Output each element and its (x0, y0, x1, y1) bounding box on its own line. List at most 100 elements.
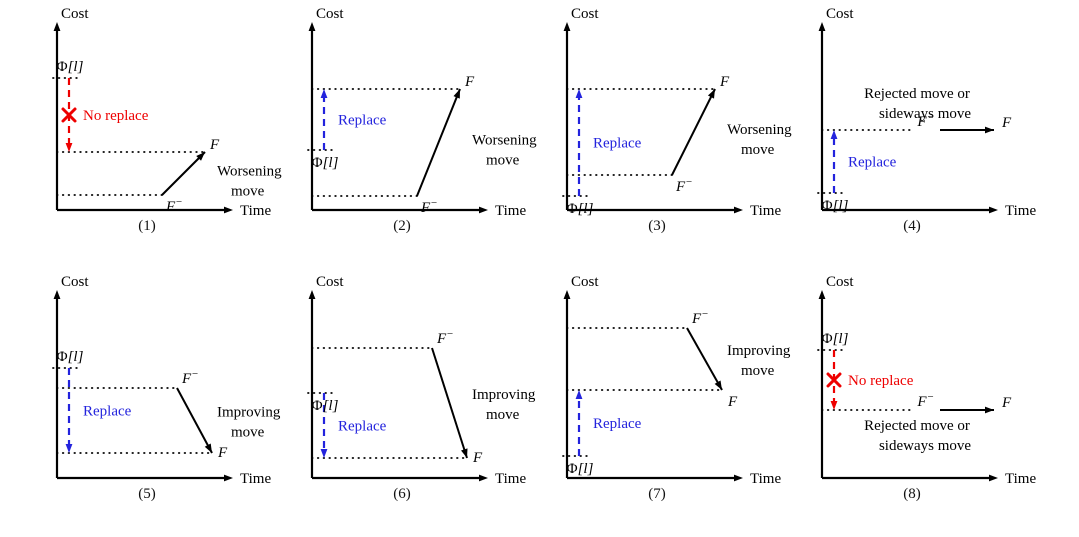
panel-6-caption: (6) (393, 486, 411, 502)
move-description: Rejected move or sideways move (864, 86, 971, 122)
f-minus-label-text: F− (916, 391, 934, 410)
move-arrow-line (161, 151, 206, 196)
move-arrow-head (204, 443, 212, 453)
move-arrow-head-tip (985, 406, 994, 414)
x-axis-label: Time (1005, 203, 1036, 219)
f-label-text: F (217, 445, 228, 461)
y-axis-label: Cost (316, 6, 344, 22)
x-axis-label: Time (750, 203, 781, 219)
panel-2-plot: Cost Time F− F Worsening move Replace Φ[l] (307, 6, 537, 219)
y-axis-label: Cost (826, 274, 854, 290)
move-arrow-line (686, 327, 723, 391)
y-axis-arrowhead (53, 22, 61, 31)
x-axis-arrowhead (734, 206, 743, 214)
x-axis-label: Time (240, 203, 271, 219)
decision-arrow-head-tip (320, 449, 328, 458)
decision-arrow-head (830, 130, 838, 139)
move-arrow-line (176, 387, 213, 454)
y-axis-arrowhead-tip (308, 290, 316, 299)
f-label: F (472, 450, 483, 466)
y-axis-arrowhead-tip (818, 290, 826, 299)
decision-arrow-head-tip (65, 444, 73, 453)
f-minus-label: F− (691, 308, 709, 327)
panel-5-plot: Cost Time F− F Improving move Replace Φ[l] (52, 274, 281, 487)
panel-7-plot: Cost Time F− F Improving move Replace Φ[l] (562, 274, 791, 487)
panel-3: Cost Time F− F Worsening move Replace Φ[l] (532, 0, 792, 250)
decision-label: No replace (848, 373, 914, 389)
move-description: Improving move (472, 387, 536, 423)
panel-6: Cost Time F− F Improving move Replace Φ[l] (277, 268, 536, 518)
decision-arrow-head (575, 390, 583, 399)
move-description: Worsening move (727, 122, 792, 158)
phi-label: Φ[l] (57, 349, 84, 365)
x-axis-label: Time (495, 471, 526, 487)
decision-arrow-head (65, 444, 73, 453)
panel-7-caption: (7) (648, 486, 666, 502)
phi-label-text: Φ[l] (567, 461, 594, 477)
y-axis-arrowhead (563, 290, 571, 299)
f-minus-label: F− (436, 328, 454, 347)
f-label-text: F (727, 394, 738, 410)
y-axis-arrowhead-tip (53, 290, 61, 299)
x-axis-label: Time (750, 471, 781, 487)
figure-move-acceptance-scenarios: Cost Time F− F Worsening move No replace Φ[l] (1… (0, 0, 1079, 537)
y-axis-arrowhead (818, 22, 826, 31)
x-axis-arrowhead (989, 206, 998, 214)
move-description: Rejected move or sideways move (864, 418, 971, 454)
decision-arrow-head (320, 449, 328, 458)
f-label-text: F (472, 450, 483, 466)
move-description: Worsening move (472, 133, 537, 169)
panel-4-plot: CostTimeF− FRejected move orsideways move… (817, 6, 1036, 219)
y-axis-arrowhead (308, 290, 316, 299)
move-label-line1: Worsening (472, 133, 537, 149)
panel-4: Cost Time F− F Rejected move or sideways move… (787, 0, 1037, 250)
x-axis-arrowhead (224, 474, 233, 482)
decision-arrow-head-tip (575, 89, 583, 98)
panel-5: Cost Time F− F Improving move Replace Φ[l] (22, 268, 281, 518)
y-axis-arrowhead (308, 22, 316, 31)
move-label-line1: Worsening (727, 122, 792, 138)
panel-7: Cost Time F− F Improving move Replace Φ[l] (532, 268, 791, 518)
f-label: F (727, 394, 738, 410)
decision-arrow-head-tip (830, 130, 838, 139)
move-label-line1: Improving (217, 405, 281, 421)
x-axis-arrowhead (479, 474, 488, 482)
x-axis-arrowhead-tip (224, 474, 233, 482)
y-axis-arrowhead-tip (563, 22, 571, 31)
phi-label: Φ[l] (312, 398, 339, 414)
move-label-line2: move (741, 363, 775, 379)
x-axis-label: Time (1005, 471, 1036, 487)
phi-label: Φ[l] (567, 201, 594, 217)
x-axis-arrowhead-tip (224, 206, 233, 214)
decision-label: No replace (83, 108, 149, 124)
x-axis-arrowhead-tip (479, 474, 488, 482)
f-minus-label-text: F− (675, 176, 693, 195)
decision-label: Replace (593, 416, 642, 432)
y-axis-label: Cost (571, 274, 599, 290)
y-axis-label: Cost (61, 6, 89, 22)
f-label: F (464, 74, 475, 90)
f-minus-label: F− (165, 196, 183, 215)
y-axis-label: Cost (826, 6, 854, 22)
move-label-line2: move (231, 425, 265, 441)
f-label-text: F (209, 137, 220, 153)
panel-2-caption: (2) (393, 218, 411, 234)
move-arrow-head-tip (204, 443, 212, 453)
panel-8-caption: (8) (903, 486, 921, 502)
move-label-line2: move (231, 184, 265, 200)
move-description: Worsening move (217, 164, 282, 200)
decision-arrow-head-tip (320, 89, 328, 98)
f-minus-label-text: F− (420, 197, 438, 216)
decision-arrow-head (830, 401, 838, 410)
y-axis-arrowhead-tip (818, 22, 826, 31)
move-description: Improving move (727, 343, 791, 379)
panel-4-caption: (4) (903, 218, 921, 234)
f-label-text: F (1001, 115, 1012, 131)
f-minus-label-text: F− (165, 196, 183, 215)
phi-label-text: Φ[l] (312, 155, 339, 171)
phi-label: Φ[l] (822, 331, 849, 347)
f-minus-label-text: F− (436, 328, 454, 347)
y-axis-arrowhead-tip (308, 22, 316, 31)
decision-label: Replace (83, 404, 132, 420)
phi-label-text: Φ[l] (57, 59, 84, 75)
